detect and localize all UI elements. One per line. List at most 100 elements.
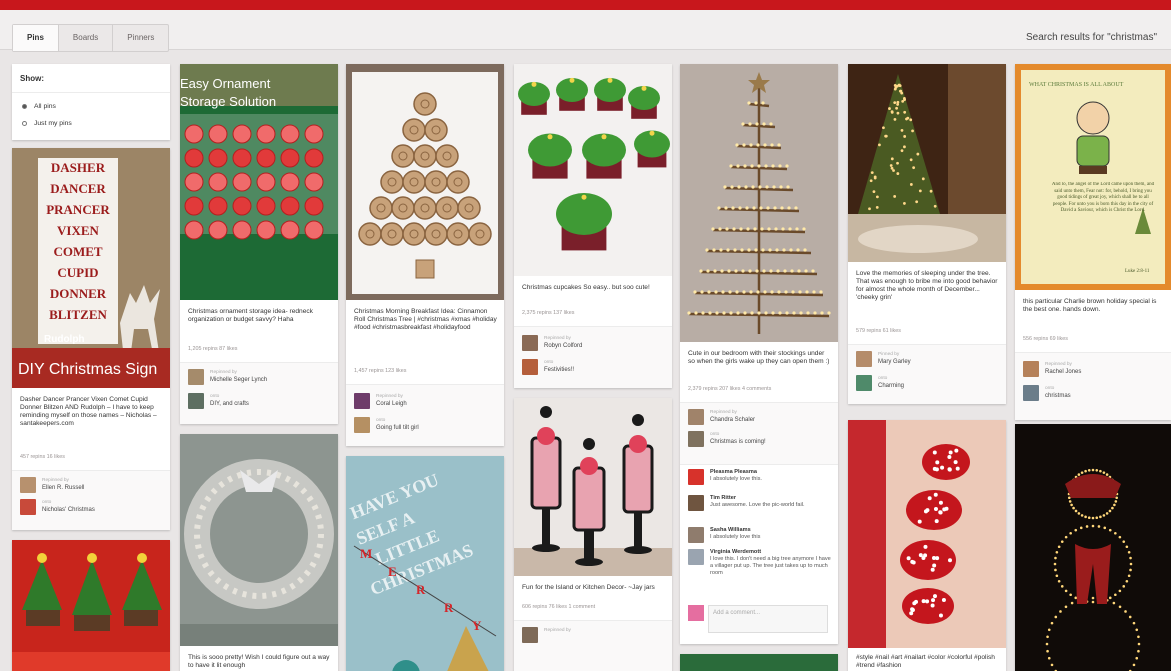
pin-image[interactable] [514,64,672,276]
pin-card[interactable] [680,654,838,671]
pin-attribution: Repinned by Coral Leigh onto Going full … [346,384,504,446]
avatar[interactable] [688,495,704,511]
sign-word: DANCER [50,181,106,196]
tab-boards[interactable]: Boards [59,25,113,51]
board-row[interactable]: onto Going full tilt girl [354,417,500,433]
repinner-row[interactable]: Repinned by Coral Leigh [354,393,500,409]
board-thumbnail[interactable] [188,393,204,409]
pin-image[interactable]: Easy Ornament Storage Solution [180,64,338,300]
board-row[interactable]: onto Nicholas' Christmas [20,499,166,515]
pin-card[interactable]: Christmas Morning Breakfast Idea: Cinnam… [346,64,504,446]
repinner-name[interactable]: Rachel Jones [1045,369,1081,375]
add-comment-input[interactable]: Add a comment... [708,605,828,633]
repinner-name[interactable]: Robyn Colford [544,343,582,349]
repinner-name[interactable]: Mary Garley [878,359,911,365]
pin-image[interactable] [514,398,672,576]
pin-card[interactable] [12,540,170,671]
pin-card[interactable]: Christmas cupcakes So easy.. but soo cut… [514,64,672,388]
pin-card[interactable]: Fun for the Island or Kitchen Decor- ~Ja… [514,398,672,671]
comment: Tim Ritter Just awesome. Love the pic-wo… [688,495,832,521]
pin-stats: 2,379 repins 207 likes 4 comments [688,386,771,392]
board-row[interactable]: onto christmas [1023,385,1167,401]
pin-image[interactable] [346,64,504,300]
charlie-brown-card: WHAT CHRISTMAS IS ALL ABOUT And lo, the … [1015,64,1171,290]
board-row[interactable]: onto Charming [856,375,1002,391]
repinner-row[interactable]: Pinned by Mary Garley [856,351,1002,367]
pin-image[interactable] [180,434,338,646]
pin-attribution: Pinned by Mary Garley onto Charming [848,344,1006,404]
board-name[interactable]: Christmas is coming! [710,439,766,445]
pin-stats: 579 repins 61 likes [856,328,901,334]
avatar[interactable] [20,477,36,493]
avatar[interactable] [522,335,538,351]
tab-pins[interactable]: Pins [13,25,59,51]
overlay-title-line2: Storage Solution [180,94,276,109]
board-thumbnail[interactable] [1023,385,1039,401]
repinner-name[interactable]: Michelle Seger Lynch [210,377,267,383]
avatar[interactable] [688,469,704,485]
board-name[interactable]: Charming [878,383,904,389]
repinner-name[interactable]: Coral Leigh [376,401,407,407]
avatar[interactable] [856,351,872,367]
pin-image[interactable] [848,64,1006,262]
repinner-row[interactable]: Repinned by Robyn Colford [522,335,668,351]
board-row[interactable]: onto Festivities!! [522,359,668,375]
pin-attribution: Repinned by Rachel Jones onto christmas [1015,352,1171,420]
pin-image[interactable] [680,64,838,342]
board-name[interactable]: Going full tilt girl [376,425,419,431]
board-thumbnail[interactable] [20,499,36,515]
repinner-row[interactable]: Repinned by Rachel Jones [1023,361,1167,377]
pin-image[interactable]: HAVE YOU SELF A LITTLE CHRISTMAS MERRY [346,456,504,671]
board-thumbnail[interactable] [856,375,872,391]
just-my-pins-radio[interactable] [22,121,27,126]
sign-word: BLITZEN [49,307,107,322]
repinner-row[interactable]: Repinned by Michelle Seger Lynch [188,369,334,385]
board-row[interactable]: onto DIY, and crafts [188,393,334,409]
pin-card[interactable] [1015,424,1171,671]
avatar[interactable] [688,527,704,543]
merry-letter: Y [472,618,482,633]
pin-attribution: Repinned by Ellen R. Russell onto Nichol… [12,470,170,530]
avatar[interactable] [354,393,370,409]
all-pins-radio[interactable] [22,104,27,109]
repinner-name[interactable]: Ellen R. Russell [42,485,84,491]
avatar[interactable] [1023,361,1039,377]
just-my-pins-label[interactable]: Just my pins [34,120,72,127]
board-name[interactable]: christmas [1045,393,1071,399]
pin-card[interactable]: This is sooo pretty! Wish I could figure… [180,434,338,671]
tab-pinners[interactable]: Pinners [113,25,168,51]
christmas-tree-room-photo [848,64,1006,262]
board-row[interactable]: onto Christmas is coming! [688,431,834,447]
avatar[interactable] [688,549,704,565]
repinner-row[interactable]: Repinned by Ellen R. Russell [20,477,166,493]
pin-card[interactable]: Easy Ornament Storage Solution Christmas… [180,64,338,424]
christmas-nails-photo [848,420,1006,648]
pin-card[interactable]: DASHER DANCER PRANCER VIXEN COMET CUPID DONNER… [12,148,170,530]
avatar[interactable] [522,627,538,643]
repinner-row[interactable]: Repinned by [522,627,668,643]
pin-attribution: Repinned by [514,620,672,671]
sign-word: CUPID [57,265,98,280]
pin-card[interactable]: HAVE YOU SELF A LITTLE CHRISTMAS MERRY [346,456,504,671]
board-name[interactable]: Festivities!! [544,367,574,373]
pin-card[interactable]: WHAT CHRISTMAS IS ALL ABOUT And lo, the … [1015,64,1171,420]
pin-image[interactable]: WHAT CHRISTMAS IS ALL ABOUT And lo, the … [1015,64,1171,290]
avatar[interactable] [688,409,704,425]
all-pins-label[interactable]: All pins [34,103,56,110]
pin-image[interactable] [1015,424,1171,671]
repinner-row[interactable]: Repinned by Chandra Schaler [688,409,834,425]
board-thumbnail[interactable] [354,417,370,433]
board-name[interactable]: Nicholas' Christmas [42,507,95,513]
pin-card[interactable]: Love the memories of sleeping under the … [848,64,1006,404]
board-name[interactable]: DIY, and crafts [210,401,249,407]
avatar[interactable] [188,369,204,385]
pin-image[interactable]: DASHER DANCER PRANCER VIXEN COMET CUPID DONNER… [12,148,170,388]
pin-image[interactable] [12,540,170,671]
pin-card[interactable]: #style #nail #art #nailart #color #color… [848,420,1006,671]
board-thumbnail[interactable] [688,431,704,447]
pin-card[interactable]: Cute in our bedroom with their stockings… [680,64,838,644]
repinner-name[interactable]: Chandra Schaler [710,417,755,423]
pin-image[interactable] [848,420,1006,648]
christmas-cupcakes-photo [514,64,672,276]
board-thumbnail[interactable] [522,359,538,375]
